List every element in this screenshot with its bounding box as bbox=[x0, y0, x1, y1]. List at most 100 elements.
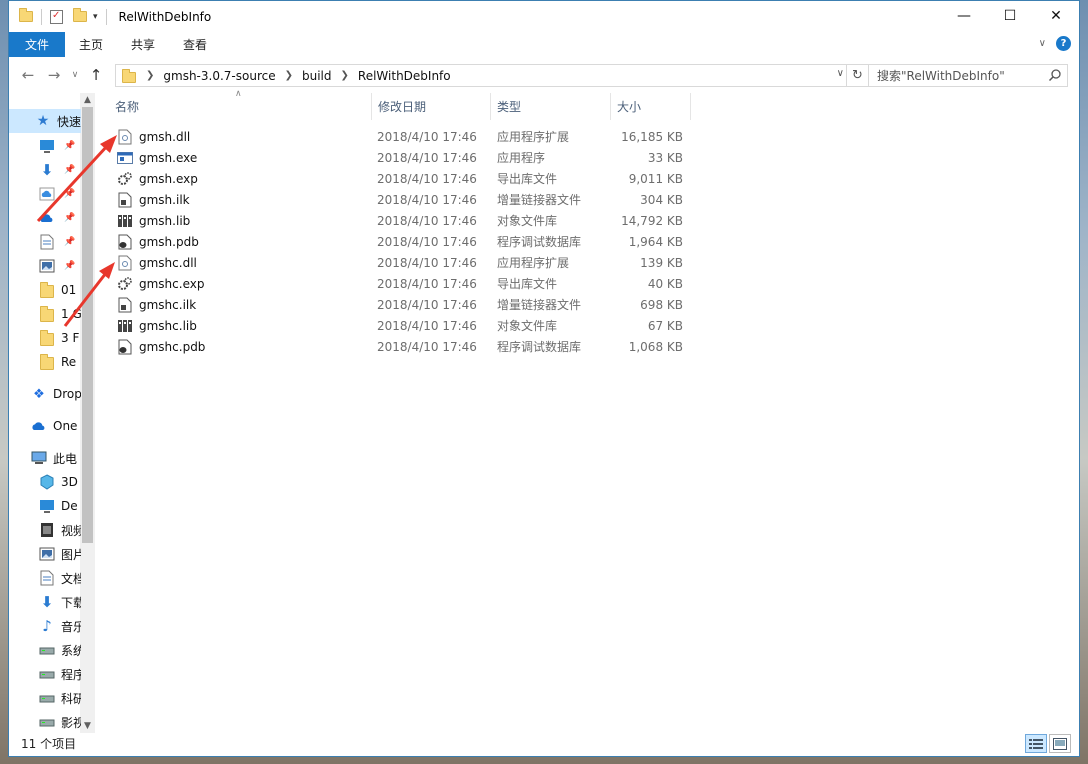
pin-icon[interactable]: 📌 bbox=[64, 141, 75, 151]
pin-icon[interactable]: 📌 bbox=[64, 213, 75, 223]
up-arrow-icon[interactable]: ↑ bbox=[83, 66, 109, 84]
breadcrumb-build[interactable]: build bbox=[302, 69, 332, 83]
pin-icon[interactable]: 📌 bbox=[64, 189, 75, 199]
tab-view[interactable]: 查看 bbox=[169, 32, 221, 57]
nav-item[interactable]: ❖ Drop bbox=[9, 382, 81, 406]
address-history-chevron-icon[interactable]: ∨ bbox=[837, 68, 844, 79]
tab-share[interactable]: 共享 bbox=[117, 32, 169, 57]
file-name-cell[interactable]: gmsh.pdb bbox=[117, 234, 199, 250]
minimize-button[interactable]: — bbox=[941, 1, 987, 31]
breadcrumb-relwithdebinfo[interactable]: RelWithDebInfo bbox=[358, 69, 451, 83]
nav-item[interactable]: 📌 bbox=[9, 254, 81, 278]
new-folder-icon[interactable] bbox=[73, 8, 87, 22]
file-row[interactable]: gmsh.dll 2018/4/10 17:46 应用程序扩展 16,185 KB bbox=[109, 126, 699, 147]
expand-ribbon-chevron-icon[interactable]: ∨ bbox=[1039, 38, 1046, 49]
download-icon: ⬇ bbox=[40, 161, 54, 179]
nav-item[interactable]: 1 G bbox=[9, 302, 81, 326]
pin-icon[interactable]: 📌 bbox=[64, 261, 75, 271]
file-name-cell[interactable]: gmshc.dll bbox=[117, 255, 197, 271]
file-name-cell[interactable]: gmsh.exe bbox=[117, 150, 197, 166]
file-type: 导出库文件 bbox=[497, 277, 558, 291]
nav-item[interactable]: 📌 bbox=[9, 230, 81, 254]
close-button[interactable]: ✕ bbox=[1033, 1, 1079, 31]
file-name-cell[interactable]: gmsh.exp bbox=[117, 171, 198, 187]
nav-item[interactable]: 📌 bbox=[9, 206, 81, 230]
nav-item[interactable]: 图片 bbox=[9, 542, 81, 566]
properties-icon[interactable] bbox=[50, 9, 63, 24]
column-header-type[interactable]: 类型 bbox=[491, 93, 611, 120]
file-row[interactable]: gmshc.dll 2018/4/10 17:46 应用程序扩展 139 KB bbox=[109, 252, 699, 273]
address-bar[interactable]: ❯ gmsh-3.0.7-source ❯ build ❯ RelWithDeb… bbox=[115, 64, 869, 87]
tab-file[interactable]: 文件 bbox=[9, 32, 66, 57]
large-icons-view-button[interactable] bbox=[1049, 734, 1071, 753]
nav-item[interactable]: 文档 bbox=[9, 566, 81, 590]
search-icon[interactable] bbox=[1048, 68, 1062, 82]
file-row[interactable]: gmshc.lib 2018/4/10 17:46 对象文件库 67 KB bbox=[109, 315, 699, 336]
file-name-cell[interactable]: gmsh.lib bbox=[117, 213, 190, 229]
column-header-size[interactable]: 大小 bbox=[611, 93, 691, 120]
help-icon[interactable]: ? bbox=[1056, 36, 1071, 51]
scroll-up-arrow-icon[interactable]: ▲ bbox=[80, 93, 95, 107]
file-name: gmsh.exp bbox=[139, 171, 198, 186]
nav-item[interactable]: 此电 bbox=[9, 446, 81, 470]
file-row[interactable]: gmshc.ilk 2018/4/10 17:46 增量链接器文件 698 KB bbox=[109, 294, 699, 315]
nav-item[interactable]: 📌 bbox=[9, 182, 81, 206]
file-row[interactable]: gmsh.lib 2018/4/10 17:46 对象文件库 14,792 KB bbox=[109, 210, 699, 231]
nav-item[interactable]: ⬇ 📌 bbox=[9, 158, 81, 182]
column-header-name[interactable]: 名称 bbox=[109, 93, 371, 120]
picture-icon bbox=[39, 258, 55, 274]
nav-item[interactable]: 视频 bbox=[9, 518, 81, 542]
nav-item[interactable]: De bbox=[9, 494, 81, 518]
nav-item[interactable]: 影视 bbox=[9, 710, 81, 733]
nav-item[interactable]: 科研 bbox=[9, 686, 81, 710]
file-name-cell[interactable]: gmshc.lib bbox=[117, 318, 197, 334]
nav-item-label: 图片 bbox=[61, 547, 81, 562]
refresh-icon[interactable]: ↻ bbox=[846, 65, 868, 86]
nav-item[interactable]: Re bbox=[9, 350, 81, 374]
file-row[interactable]: gmshc.exp 2018/4/10 17:46 导出库文件 40 KB bbox=[109, 273, 699, 294]
nav-item[interactable]: 3 F bbox=[9, 326, 81, 350]
maximize-button[interactable]: ☐ bbox=[987, 1, 1033, 31]
pin-icon[interactable]: 📌 bbox=[64, 165, 75, 175]
nav-item-label: 音乐 bbox=[61, 619, 81, 634]
nav-item[interactable]: ♪ 音乐 bbox=[9, 614, 81, 638]
nav-item[interactable]: ★ 快速 bbox=[9, 109, 81, 133]
breadcrumb-separator-icon[interactable]: ❯ bbox=[146, 70, 154, 81]
nav-item[interactable]: 3D bbox=[9, 470, 81, 494]
file-list: ∧ 名称 修改日期 类型 大小 gmsh.dll 2018/4/10 17:46 应… bbox=[109, 89, 1079, 733]
onedrive-icon bbox=[31, 418, 47, 434]
breadcrumb-gmsh-source[interactable]: gmsh-3.0.7-source bbox=[163, 69, 275, 83]
file-name-cell[interactable]: gmsh.dll bbox=[117, 129, 190, 145]
customize-toolbar-chevron-icon[interactable]: ▾ bbox=[93, 12, 98, 22]
file-row[interactable]: gmshc.pdb 2018/4/10 17:46 程序调试数据库 1,068 KB bbox=[109, 336, 699, 357]
column-header-date[interactable]: 修改日期 bbox=[371, 93, 491, 120]
nav-item-label: 程序 bbox=[61, 667, 81, 682]
nav-item[interactable]: 📌 bbox=[9, 134, 81, 158]
file-row[interactable]: gmsh.exp 2018/4/10 17:46 导出库文件 9,011 KB bbox=[109, 168, 699, 189]
file-size: 698 KB bbox=[640, 297, 683, 312]
file-name-cell[interactable]: gmshc.exp bbox=[117, 276, 204, 292]
pin-icon[interactable]: 📌 bbox=[64, 237, 75, 247]
recent-locations-chevron-icon[interactable]: ∨ bbox=[67, 70, 83, 80]
tab-home[interactable]: 主页 bbox=[65, 32, 117, 57]
search-input[interactable]: 搜索"RelWithDebInfo" bbox=[868, 64, 1068, 87]
file-row[interactable]: gmsh.exe 2018/4/10 17:46 应用程序 33 KB bbox=[109, 147, 699, 168]
file-name-cell[interactable]: gmshc.pdb bbox=[117, 339, 205, 355]
breadcrumb-separator-icon[interactable]: ❯ bbox=[341, 70, 349, 81]
file-row[interactable]: gmsh.ilk 2018/4/10 17:46 增量链接器文件 304 KB bbox=[109, 189, 699, 210]
nav-item[interactable]: 系统 bbox=[9, 638, 81, 662]
back-arrow-icon[interactable]: ← bbox=[15, 66, 41, 84]
forward-arrow-icon[interactable]: → bbox=[41, 66, 67, 84]
file-name-cell[interactable]: gmshc.ilk bbox=[117, 297, 196, 313]
nav-item[interactable]: One bbox=[9, 414, 81, 438]
breadcrumb-separator-icon[interactable]: ❯ bbox=[285, 70, 293, 81]
file-row[interactable]: gmsh.pdb 2018/4/10 17:46 程序调试数据库 1,964 KB bbox=[109, 231, 699, 252]
nav-item[interactable]: 程序 bbox=[9, 662, 81, 686]
nav-item[interactable]: ⬇ 下载 bbox=[9, 590, 81, 614]
scroll-thumb[interactable] bbox=[82, 107, 93, 543]
nav-item-label: 下载 bbox=[61, 595, 81, 610]
details-view-button[interactable] bbox=[1025, 734, 1047, 753]
nav-item[interactable]: 01 bbox=[9, 278, 81, 302]
nav-scrollbar[interactable]: ▲ ▼ bbox=[80, 93, 95, 733]
file-name-cell[interactable]: gmsh.ilk bbox=[117, 192, 190, 208]
